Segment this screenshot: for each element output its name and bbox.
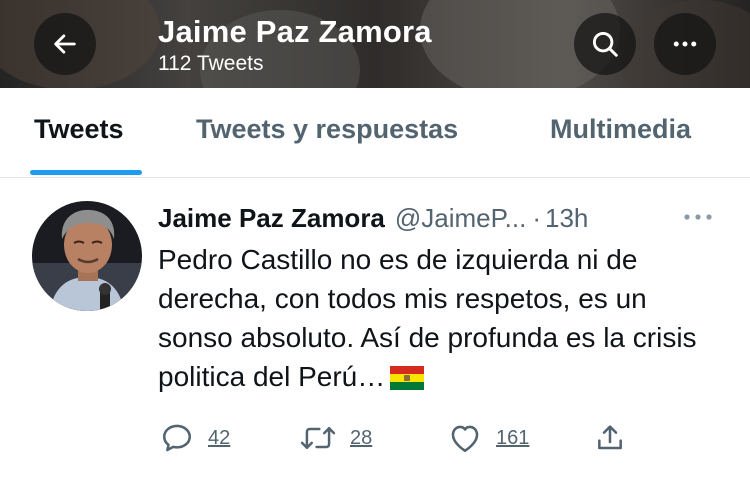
more-horizontal-icon — [673, 41, 697, 47]
avatar[interactable] — [32, 201, 142, 311]
retweet-icon — [300, 427, 336, 449]
back-button[interactable] — [34, 13, 96, 75]
search-icon — [592, 31, 618, 57]
like-count[interactable]: 161 — [496, 427, 529, 450]
reply-count[interactable]: 42 — [208, 427, 230, 450]
reply-icon — [162, 424, 192, 452]
arrow-left-icon — [54, 34, 76, 54]
share-icon — [598, 425, 622, 450]
author-name[interactable]: Jaime Paz Zamora — [158, 203, 385, 234]
like-button[interactable]: 161 — [448, 420, 529, 456]
bolivia-flag-icon — [390, 366, 425, 390]
profile-tabs: Tweets Tweets y respuestas Multimedia — [0, 88, 750, 178]
retweet-button[interactable]: 28 — [300, 420, 372, 456]
retweet-count[interactable]: 28 — [350, 427, 372, 450]
tweet-text: Pedro Castillo no es de izquierda ni de … — [158, 240, 728, 396]
more-options-button[interactable] — [654, 13, 716, 75]
tab-tweets[interactable]: Tweets — [34, 114, 124, 178]
search-button[interactable] — [574, 13, 636, 75]
tab-tweets-and-replies[interactable]: Tweets y respuestas — [196, 114, 458, 178]
profile-title: Jaime Paz Zamora — [158, 14, 432, 49]
tweet-timestamp[interactable]: 13h — [545, 203, 588, 234]
profile-header: Jaime Paz Zamora 112 Tweets — [0, 0, 750, 88]
more-horizontal-icon — [684, 214, 712, 220]
tweet-count: 112 Tweets — [158, 52, 264, 75]
heart-icon — [451, 425, 479, 453]
tab-media[interactable]: Multimedia — [550, 114, 691, 178]
reply-button[interactable]: 42 — [160, 420, 230, 456]
active-tab-indicator — [30, 170, 142, 175]
tweet-more-button[interactable] — [678, 205, 718, 229]
avatar-photo — [32, 201, 142, 311]
tweet-body: Pedro Castillo no es de izquierda ni de … — [158, 244, 697, 392]
share-button[interactable] — [594, 420, 626, 456]
separator-dot: · — [532, 202, 541, 233]
tweet-header: Jaime Paz Zamora @JaimeP... · 13h — [158, 200, 718, 236]
author-handle[interactable]: @JaimeP... — [395, 203, 526, 234]
